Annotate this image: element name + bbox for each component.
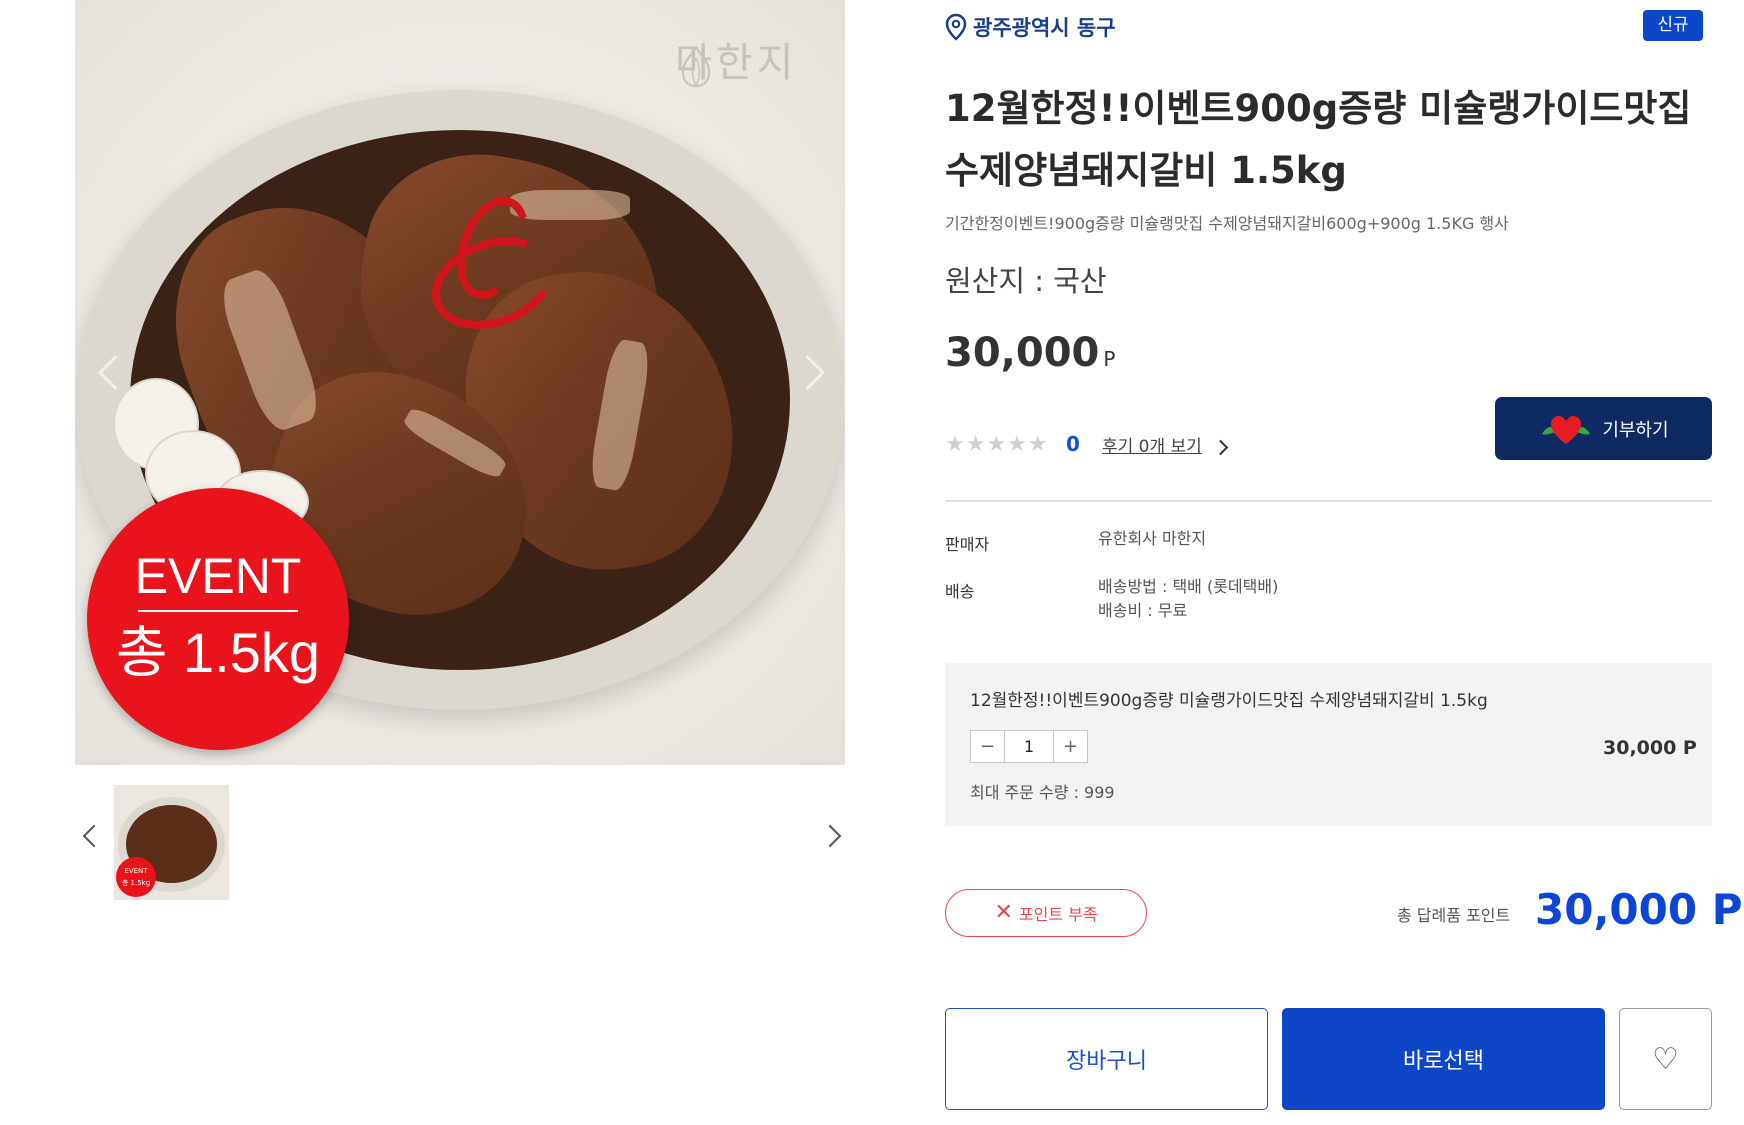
point-shortage-label: 포인트 부족 xyxy=(1018,905,1098,924)
donate-button[interactable]: 기부하기 xyxy=(1495,397,1712,460)
location-pin-icon xyxy=(945,13,967,41)
shipping-fee: 배송비 : 무료 xyxy=(1098,601,1188,620)
rating-stars-icon: ★★★★★ xyxy=(945,432,1049,457)
max-order: 최대 주문 수량 : 999 xyxy=(970,783,1115,802)
cart-button[interactable]: 장바구니 xyxy=(945,1008,1268,1110)
quantity-stepper: − 1 + xyxy=(970,730,1088,763)
thumbnail-1[interactable]: EVENT 총 1.5kg xyxy=(114,785,229,900)
product-title: 12월한정!!이벤트900g증량 미슐랭가이드맛집 수제양념돼지갈비 1.5kg xyxy=(945,78,1705,202)
thumb-next-icon[interactable] xyxy=(818,824,842,848)
total-points-label: 총 답례품 포인트 xyxy=(1397,906,1511,925)
main-product-image: 마한지 EVENT 총 1.5kg xyxy=(75,0,845,765)
close-icon: ✕ xyxy=(994,900,1013,925)
quantity-value[interactable]: 1 xyxy=(1004,731,1054,762)
event-badge: EVENT 총 1.5kg xyxy=(87,488,349,750)
total-points-value: 30,000 P xyxy=(1535,885,1743,934)
decrease-button[interactable]: − xyxy=(971,731,1004,762)
rating-count: 0 xyxy=(1066,432,1080,456)
location: 광주광역시 동구 xyxy=(945,12,1116,42)
origin: 원산지 : 국산 xyxy=(945,264,1107,298)
heart-icon: ♡ xyxy=(1652,1041,1679,1077)
divider xyxy=(945,500,1712,502)
thumb-prev-icon[interactable] xyxy=(82,824,106,848)
seller-label: 판매자 xyxy=(945,535,990,554)
shipping-info: 배송방법 : 택배 (롯데택배) 배송비 : 무료 xyxy=(1098,575,1278,623)
event-badge-title: EVENT xyxy=(134,548,302,604)
product-subtitle: 기간한정이벤트!900g증량 미슐랭맛집 수제양념돼지갈비600g+900g 1… xyxy=(945,214,1509,233)
review-link[interactable]: 후기 0개 보기 xyxy=(1102,432,1202,457)
price-unit: P xyxy=(1103,347,1116,371)
chevron-right-icon[interactable] xyxy=(1212,439,1229,456)
thumbnail-badge-title: EVENT xyxy=(124,867,148,875)
price: 30,000 P xyxy=(945,330,1115,376)
product-title-line1: 12월한정!!이벤트900g증량 미슐랭가이드맛집 xyxy=(945,87,1692,130)
wishlist-button[interactable]: ♡ xyxy=(1619,1008,1712,1110)
price-value: 30,000 xyxy=(945,330,1100,376)
donate-label: 기부하기 xyxy=(1602,419,1669,441)
shipping-method: 배송방법 : 택배 (롯데택배) xyxy=(1098,577,1279,596)
option-price: 30,000 P xyxy=(1603,737,1697,759)
seller-value: 유한회사 마한지 xyxy=(1098,529,1207,548)
event-badge-rule xyxy=(138,610,298,612)
option-title: 12월한정!!이벤트900g증량 미슐랭가이드맛집 수제양념돼지갈비 1.5kg xyxy=(970,691,1488,711)
thumbnail-event-badge: EVENT 총 1.5kg xyxy=(116,857,156,897)
product-title-line2: 수제양념돼지갈비 1.5kg xyxy=(945,149,1347,192)
point-shortage-button[interactable]: ✕ 포인트 부족 xyxy=(945,889,1147,937)
location-label: 광주광역시 동구 xyxy=(973,16,1116,40)
shipping-label: 배송 xyxy=(945,582,975,601)
new-badge: 신규 xyxy=(1643,10,1703,41)
event-badge-weight: 총 1.5kg xyxy=(115,621,321,684)
thumbnail-badge-weight: 총 1.5kg xyxy=(121,879,151,887)
buy-now-button[interactable]: 바로선택 xyxy=(1282,1008,1605,1110)
garlic-icon xyxy=(681,45,711,88)
heart-leaves-icon xyxy=(1542,415,1591,444)
increase-button[interactable]: + xyxy=(1054,731,1087,762)
